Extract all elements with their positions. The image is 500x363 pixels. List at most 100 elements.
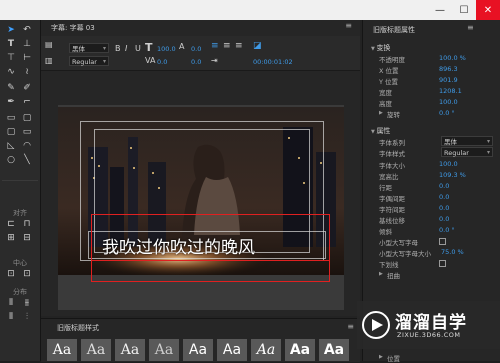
property-value[interactable]: 109.3 % — [439, 171, 466, 179]
area-type-tool-icon[interactable]: ⊥ — [20, 38, 34, 50]
property-value[interactable]: 100.0 — [439, 160, 458, 168]
style-swatch[interactable]: Aa — [115, 339, 145, 361]
properties-menu-icon[interactable]: ≡ — [467, 23, 474, 32]
font-size-value[interactable]: 100.0 — [157, 45, 176, 53]
minimize-button[interactable]: — — [428, 0, 452, 20]
property-value[interactable]: 1208.1 — [439, 87, 462, 95]
property-row[interactable]: 字符间距 0.0 — [371, 204, 499, 214]
type-tool-icon[interactable]: T — [4, 38, 18, 50]
font-family-dropdown[interactable]: 黑体 ▾ — [69, 43, 109, 53]
tab-menu-icon[interactable]: ≡ — [345, 21, 352, 30]
style-swatch[interactable]: Aa — [149, 339, 179, 361]
property-value[interactable]: 896.3 — [439, 65, 458, 73]
center-horizontal-icon[interactable]: ⊡ — [4, 268, 18, 280]
pen-tool-icon[interactable]: ✎ — [4, 82, 18, 94]
property-row[interactable]: 基线位移 0.0 — [371, 215, 499, 225]
align-top-icon[interactable]: ⊓ — [20, 218, 34, 230]
property-row[interactable]: 行距 0.0 — [371, 182, 499, 192]
align-right-text-icon[interactable]: ≡ — [235, 41, 243, 51]
italic-icon[interactable]: I — [125, 44, 127, 53]
property-row[interactable]: 字体系列 黑体 ▾ — [371, 136, 499, 147]
roll-crawl-icon[interactable]: ▥ — [45, 56, 53, 65]
property-row[interactable]: 不透明度 100.0 % — [371, 54, 499, 64]
selection-tool-icon[interactable]: ➤ — [4, 24, 18, 36]
path-type-tool-icon[interactable]: ∿ — [4, 66, 18, 78]
rounded-corner-rectangle-tool-icon[interactable]: ▭ — [20, 126, 34, 138]
property-value[interactable]: 0.0 — [439, 204, 449, 212]
align-center-text-icon[interactable]: ≡ — [223, 41, 231, 51]
align-left-text-icon[interactable]: ≡ — [211, 41, 219, 51]
arc-tool-icon[interactable]: ◠ — [20, 140, 34, 152]
line-tool-icon[interactable]: ╲ — [20, 154, 34, 166]
maximize-button[interactable]: ☐ — [452, 0, 476, 20]
style-swatch[interactable]: Aa — [183, 339, 213, 361]
style-swatch[interactable]: Aa — [217, 339, 247, 361]
style-swatch[interactable]: Aa — [47, 339, 77, 361]
distribute-left-icon[interactable]: ⫴ — [4, 297, 18, 309]
underline-icon[interactable]: U — [135, 44, 141, 53]
transform-header[interactable]: ▼ 变换 — [371, 43, 390, 53]
property-row[interactable]: 小型大写字母 — [371, 237, 499, 247]
property-row[interactable]: 高度 100.0 — [371, 98, 499, 108]
property-row[interactable]: 字偶间距 0.0 — [371, 193, 499, 203]
property-value[interactable]: 0.0 — [439, 215, 449, 223]
property-value[interactable]: 0.0 ° — [439, 109, 455, 117]
distribute-even-icon[interactable]: ⫶ — [20, 311, 34, 323]
styles-menu-icon[interactable]: ≡ — [347, 322, 354, 331]
tracking-value[interactable]: 0.0 — [191, 58, 201, 66]
delete-anchor-tool-icon[interactable]: ✐ — [20, 82, 34, 94]
underline-checkbox[interactable] — [439, 260, 446, 267]
align-center-icon[interactable]: ⊞ — [4, 232, 18, 244]
show-background-video-icon[interactable]: ◪ — [253, 41, 262, 51]
center-vertical-icon[interactable]: ⊡ — [20, 268, 34, 280]
property-row[interactable]: 宽高比 109.3 % — [371, 171, 499, 181]
vertical-area-type-tool-icon[interactable]: ⊢ — [20, 52, 34, 64]
property-row[interactable]: X 位置 896.3 — [371, 65, 499, 75]
property-row[interactable]: ▶ 扭曲 — [371, 270, 499, 280]
editor-tab-title[interactable]: 字幕: 字幕 03 — [51, 23, 95, 33]
style-swatch[interactable]: Aa — [251, 339, 281, 361]
style-swatch[interactable]: Aa — [285, 339, 315, 361]
align-left-icon[interactable]: ⊏ — [4, 218, 18, 230]
add-anchor-tool-icon[interactable]: ✒ — [4, 96, 18, 108]
clipped-corner-rectangle-tool-icon[interactable]: ▢ — [20, 112, 34, 124]
align-middle-icon[interactable]: ⊟ — [20, 232, 34, 244]
convert-anchor-tool-icon[interactable]: ⌐ — [20, 96, 34, 108]
close-button[interactable]: ✕ — [476, 0, 500, 20]
property-value[interactable]: 901.9 — [439, 76, 458, 84]
kerning-value[interactable]: 0.0 — [157, 58, 167, 66]
leading-value[interactable]: 0.0 — [191, 45, 201, 53]
property-row[interactable]: 字体大小 100.0 — [371, 160, 499, 170]
property-value[interactable]: 100.0 % — [439, 54, 466, 62]
property-row[interactable]: 字体样式 Regular ▾ — [371, 147, 499, 158]
rounded-rectangle-tool-icon[interactable]: ▢ — [4, 126, 18, 138]
rotation-tool-icon[interactable]: ↶ — [20, 24, 34, 36]
distribute-center-icon[interactable]: ⫵ — [20, 297, 34, 309]
rectangle-tool-icon[interactable]: ▭ — [4, 112, 18, 124]
font-family-select[interactable]: 黑体 ▾ — [441, 136, 493, 146]
property-value[interactable]: 100.0 — [439, 98, 458, 106]
property-value[interactable]: 0.0 — [439, 182, 449, 190]
property-row[interactable]: ▶ 旋转 0.0 ° — [371, 109, 499, 119]
property-row[interactable]: 小型大写字母大小 75.0 % — [371, 248, 499, 258]
property-value[interactable]: 0.0 — [439, 193, 449, 201]
distribute-right-icon[interactable]: ⫴ — [4, 311, 18, 323]
property-row[interactable]: 下划线 — [371, 259, 499, 269]
font-style-dropdown[interactable]: Regular ▾ — [69, 56, 109, 66]
bold-icon[interactable]: B — [115, 44, 121, 53]
property-value[interactable]: 0.0 ° — [439, 226, 455, 234]
wedge-tool-icon[interactable]: ◺ — [4, 140, 18, 152]
ellipse-tool-icon[interactable]: ○ — [4, 154, 18, 166]
font-style-select[interactable]: Regular ▾ — [441, 147, 493, 157]
property-row[interactable]: 宽度 1208.1 — [371, 87, 499, 97]
vertical-path-type-tool-icon[interactable]: ≀ — [20, 66, 34, 78]
new-title-icon[interactable]: ▤ — [45, 40, 53, 49]
property-row[interactable]: 倾斜 0.0 ° — [371, 226, 499, 236]
background-timecode[interactable]: 00:00:01:02 — [253, 58, 293, 66]
properties-header[interactable]: ▼ 属性 — [371, 126, 390, 136]
vertical-type-tool-icon[interactable]: ⊤ — [4, 52, 18, 64]
style-swatch[interactable]: Aa — [81, 339, 111, 361]
tab-stops-icon[interactable]: ⇥ — [211, 56, 218, 65]
property-value[interactable]: 75.0 % — [441, 248, 464, 256]
style-swatch[interactable]: Aa — [319, 339, 349, 361]
